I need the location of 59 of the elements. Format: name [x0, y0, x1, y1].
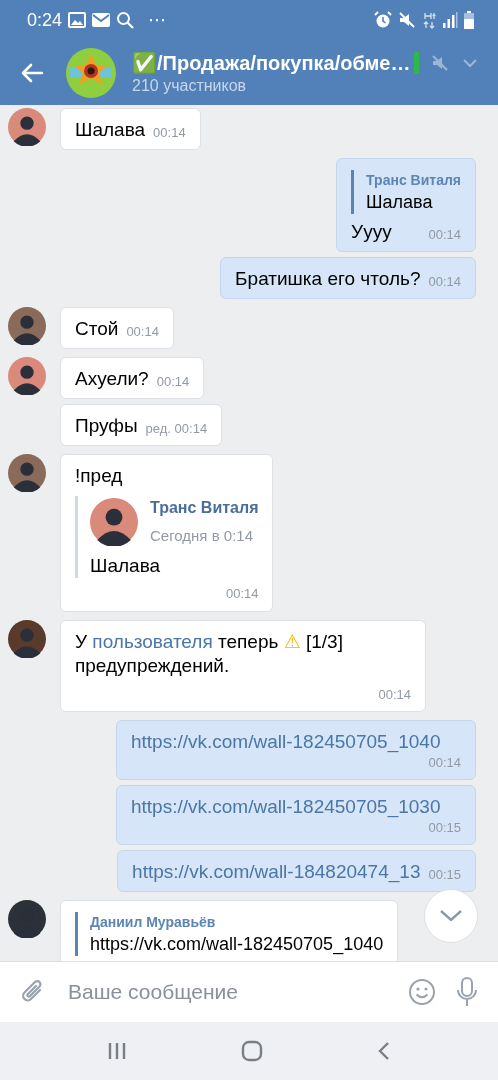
group-avatar[interactable] — [66, 47, 116, 98]
message-text: Стой — [75, 317, 119, 341]
avatar[interactable] — [8, 108, 46, 146]
message-link[interactable]: https://vk.com/wall-182450705_1040 — [131, 730, 441, 754]
alarm-icon — [374, 11, 392, 29]
message-text: Пруфы — [75, 414, 138, 438]
home-icon[interactable] — [241, 1040, 263, 1062]
message-text: Шалава — [75, 118, 146, 142]
reply-text: Шалава — [366, 191, 434, 214]
message-text: У пользователя теперь ⚠ [1/3] предупреждений. — [75, 630, 344, 678]
mute-icon — [398, 11, 416, 29]
signal-icon — [442, 11, 458, 29]
message-text: Уууу — [351, 220, 392, 244]
avatar[interactable] — [90, 498, 138, 546]
image-icon — [68, 12, 87, 28]
message-input[interactable]: Ваше сообщение — [66, 979, 388, 1005]
avatar[interactable] — [8, 620, 46, 658]
forward-text: Шалава — [90, 554, 162, 578]
message-time: 00:14 — [153, 124, 186, 142]
message-time: 00:14 — [225, 586, 259, 601]
reply-author[interactable]: Транс Виталя — [366, 170, 461, 190]
message-text: !пред — [75, 465, 123, 486]
avatar[interactable] — [8, 454, 46, 492]
message-text: Братишка его чтоль? — [235, 267, 421, 291]
microphone-icon[interactable] — [456, 977, 478, 1007]
message-time: 00:14 — [428, 273, 461, 291]
avatar[interactable] — [8, 900, 46, 938]
message-time: ред. 00:14 — [145, 420, 208, 438]
message-time: 00:14 — [156, 373, 190, 391]
message-link[interactable]: https://vk.com/wall-182450705_1030 — [131, 795, 441, 819]
forward-date: Сегодня в 0:14 — [150, 526, 254, 546]
message-time: 00:14 — [428, 226, 461, 244]
message-link[interactable]: https://vk.com/wall-184820474_13 — [132, 860, 421, 884]
message-time: 00:14 — [428, 754, 461, 772]
message-time: 00:15 — [428, 819, 461, 837]
chat-title: ✅/Продажа/покупка/обме… — [132, 50, 411, 75]
message-time: 00:15 — [428, 866, 461, 884]
battery-icon — [464, 11, 474, 29]
reply-text: https://vk.com/wall-182450705_1040 — [90, 933, 384, 956]
chevron-down-icon — [440, 910, 462, 922]
recent-apps-icon[interactable] — [107, 1042, 127, 1060]
reply-author[interactable]: Даниил Муравьёв — [90, 912, 384, 932]
more-indicator: ⋯ — [148, 9, 167, 31]
user-link[interactable]: пользователя — [92, 631, 213, 652]
message-time: 00:14 — [378, 686, 411, 704]
mail-icon — [92, 13, 111, 27]
avatar[interactable] — [8, 307, 46, 345]
back-icon[interactable] — [377, 1041, 391, 1061]
emoji-fragment-icon — [414, 51, 420, 74]
search-icon — [116, 11, 135, 29]
network-icon — [422, 11, 436, 29]
message-text: Ахуели? — [75, 367, 149, 391]
avatar[interactable] — [8, 357, 46, 395]
back-icon[interactable] — [20, 62, 44, 83]
member-count: 210 участников — [132, 76, 248, 95]
clock: 0:24 — [27, 9, 63, 31]
emoji-icon[interactable] — [408, 978, 436, 1006]
message-time: 00:14 — [126, 323, 159, 341]
forward-author[interactable]: Транс Виталя — [150, 496, 259, 520]
